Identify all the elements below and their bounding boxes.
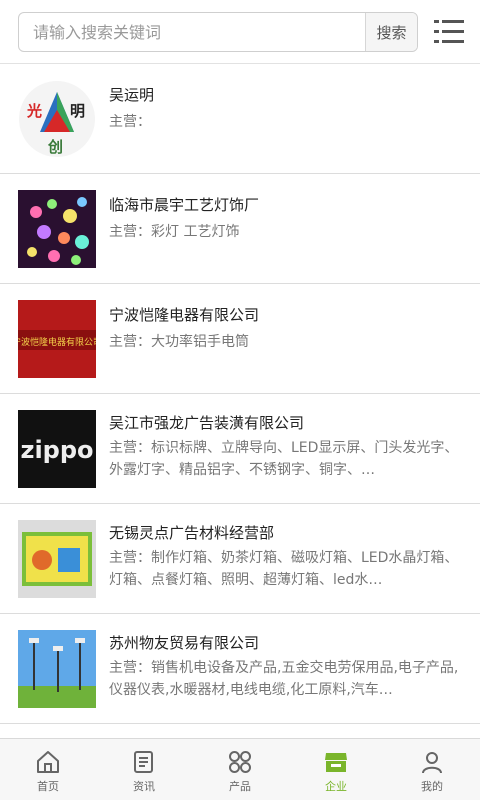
company-name: 吴江市强龙广告装潢有限公司 bbox=[109, 414, 305, 432]
company-main-business: 主营：大功率铝手电筒 bbox=[109, 334, 249, 350]
home-icon bbox=[37, 751, 59, 773]
company-item[interactable]: 宁波恺隆电器有限公司 宁波恺隆电器有限公司 主营：大功率铝手电筒 bbox=[0, 284, 480, 394]
company-item[interactable]: 无锡灵点广告材料经营部 主营：制作灯箱、奶茶灯箱、磁吸灯箱、LED水晶灯箱、灯箱… bbox=[0, 504, 480, 614]
tab-label: 产品 bbox=[229, 780, 251, 793]
grid-icon bbox=[229, 751, 251, 773]
tab-mine[interactable]: 我的 bbox=[384, 739, 480, 800]
company-photo bbox=[18, 520, 96, 598]
tab-news[interactable]: 资讯 bbox=[96, 739, 192, 800]
svg-text:zippo: zippo bbox=[20, 436, 93, 464]
company-name: 临海市晨宇工艺灯饰厂 bbox=[109, 196, 260, 214]
tab-label: 首页 bbox=[37, 780, 59, 793]
tab-home[interactable]: 首页 bbox=[0, 739, 96, 800]
company-logo: 光 明 创 bbox=[18, 80, 96, 158]
company-name: 苏州物友贸易有限公司 bbox=[109, 634, 260, 652]
company-photo bbox=[18, 630, 96, 708]
company-photo: zippo bbox=[18, 410, 96, 488]
company-main-business: 主营：销售机电设备及产品,五金交电劳保用品,电子产品,仪器仪表,水暖器材,电线电… bbox=[109, 660, 459, 698]
user-icon bbox=[422, 752, 442, 774]
tab-label: 企业 bbox=[325, 780, 347, 793]
company-photo: 宁波恺隆电器有限公司 bbox=[18, 300, 96, 378]
company-main-business: 主营：制作灯箱、奶茶灯箱、磁吸灯箱、LED水晶灯箱、灯箱、点餐灯箱、照明、超薄灯… bbox=[109, 550, 459, 588]
svg-text:光: 光 bbox=[26, 102, 42, 120]
tab-products[interactable]: 产品 bbox=[192, 739, 288, 800]
company-item[interactable]: 苏州物友贸易有限公司 主营：销售机电设备及产品,五金交电劳保用品,电子产品,仪器… bbox=[0, 614, 480, 724]
store-icon bbox=[325, 753, 347, 772]
search-box: 搜索 bbox=[18, 12, 418, 52]
company-item[interactable]: 光 明 创 吴运明 主营： bbox=[0, 64, 480, 174]
news-icon bbox=[134, 751, 153, 773]
search-input[interactable] bbox=[19, 13, 366, 51]
company-main-business: 主营： bbox=[109, 114, 151, 130]
company-name: 吴运明 bbox=[109, 86, 155, 104]
company-list: 光 明 创 吴运明 主营： 临海市晨宇工艺灯饰厂 主营：彩灯 工艺灯饰 波恺隆电… bbox=[0, 64, 480, 738]
tab-companies[interactable]: 企业 bbox=[288, 739, 384, 800]
company-name: 宁波恺隆电器有限公司 bbox=[109, 306, 260, 324]
company-main-business: 主营：标识标牌、立牌导向、LED显示屏、门头发光字、外露灯字、精品铝字、不锈钢字… bbox=[109, 440, 459, 478]
svg-text:明: 明 bbox=[70, 102, 85, 120]
company-item[interactable]: 临海市晨宇工艺灯饰厂 主营：彩灯 工艺灯饰 bbox=[0, 174, 480, 284]
search-button[interactable]: 搜索 bbox=[365, 13, 417, 51]
svg-text:创: 创 bbox=[47, 138, 63, 156]
company-main-business: 主营：彩灯 工艺灯饰 bbox=[109, 224, 240, 240]
company-item[interactable] bbox=[0, 724, 480, 738]
tab-label: 资讯 bbox=[133, 780, 155, 793]
bottom-tab-bar: 首页 资讯 产品 企业 我的 bbox=[0, 738, 480, 800]
company-photo bbox=[18, 190, 96, 268]
company-item[interactable]: zippo 吴江市强龙广告装潢有限公司 主营：标识标牌、立牌导向、LED显示屏、… bbox=[0, 394, 480, 504]
svg-text:宁波恺隆电器有限公司: 宁波恺隆电器有限公司 bbox=[18, 336, 96, 348]
tab-label: 我的 bbox=[421, 780, 443, 793]
header: 搜索 bbox=[0, 0, 480, 64]
company-name: 无锡灵点广告材料经营部 bbox=[109, 524, 275, 542]
menu-list-icon[interactable] bbox=[434, 18, 464, 46]
